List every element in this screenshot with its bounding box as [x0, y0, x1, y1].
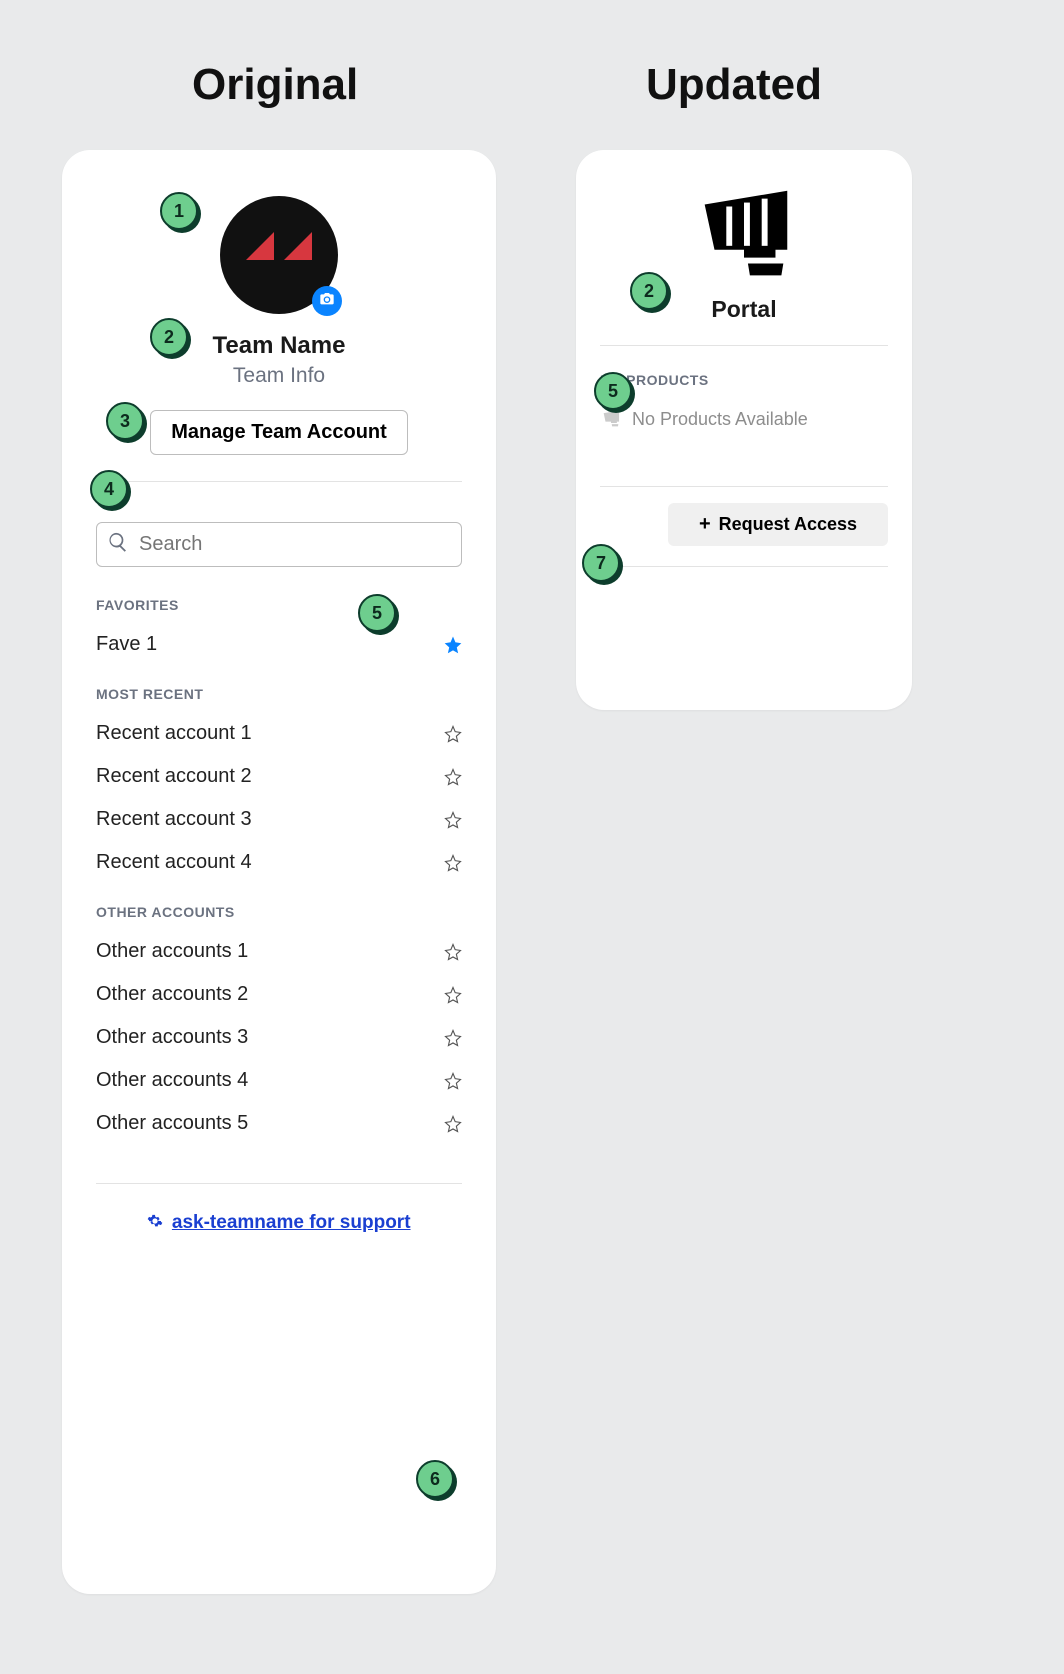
other-row[interactable]: Other accounts 3 [96, 1026, 462, 1049]
other-row[interactable]: Other accounts 4 [96, 1069, 462, 1092]
original-panel: Team Name Team Info Manage Team Account … [62, 150, 496, 1594]
star-icon-outline[interactable] [444, 1029, 462, 1047]
recent-row[interactable]: Recent account 1 [96, 722, 462, 745]
divider [96, 1183, 462, 1184]
recent-row[interactable]: Recent account 2 [96, 765, 462, 788]
star-icon-outline[interactable] [444, 854, 462, 872]
callout-bullet-1: 1 [160, 192, 198, 230]
list-item-label: Fave 1 [96, 633, 157, 656]
callout-bullet-3: 3 [106, 402, 144, 440]
callout-bullet-5: 5 [594, 372, 632, 410]
star-icon-outline[interactable] [444, 943, 462, 961]
divider [600, 486, 888, 487]
team-avatar[interactable] [220, 196, 338, 314]
change-avatar-button[interactable] [312, 286, 342, 316]
callout-bullet-2: 2 [630, 272, 668, 310]
star-icon-filled[interactable] [444, 636, 462, 654]
search-input[interactable] [137, 532, 451, 557]
list-item-label: Recent account 3 [96, 808, 252, 831]
other-row[interactable]: Other accounts 2 [96, 983, 462, 1006]
support-row: ask-teamname for support [96, 1212, 462, 1234]
fist-logo-icon-small [600, 408, 622, 430]
recent-row[interactable]: Recent account 4 [96, 851, 462, 874]
search-box[interactable] [96, 522, 462, 567]
updated-panel: Portal MY PRODUCTS No Products Available… [576, 150, 912, 710]
fist-logo-icon [685, 186, 803, 286]
divider [600, 566, 888, 567]
camera-icon [319, 291, 335, 312]
callout-bullet-4: 4 [90, 470, 128, 508]
heading-original: Original [192, 60, 358, 110]
support-link[interactable]: ask-teamname for support [172, 1212, 411, 1233]
manage-team-account-button[interactable]: Manage Team Account [150, 410, 408, 455]
no-products-row: No Products Available [600, 408, 888, 430]
other-row[interactable]: Other accounts 1 [96, 940, 462, 963]
heading-updated: Updated [646, 60, 822, 110]
other-accounts-section-label: OTHER ACCOUNTS [96, 904, 462, 920]
star-icon-outline[interactable] [444, 768, 462, 786]
list-item-label: Recent account 1 [96, 722, 252, 745]
star-icon-outline[interactable] [444, 1115, 462, 1133]
no-products-text: No Products Available [632, 409, 808, 430]
gear-icon [147, 1216, 167, 1233]
list-item-label: Other accounts 3 [96, 1026, 248, 1049]
list-item-label: Other accounts 2 [96, 983, 248, 1006]
callout-bullet-7: 7 [582, 544, 620, 582]
list-item-label: Recent account 2 [96, 765, 252, 788]
divider [96, 481, 462, 482]
callout-bullet-2: 2 [150, 318, 188, 356]
list-item-label: Other accounts 4 [96, 1069, 248, 1092]
list-item-label: Recent account 4 [96, 851, 252, 874]
request-access-label: Request Access [719, 514, 857, 535]
star-icon-outline[interactable] [444, 1072, 462, 1090]
favorites-section-label: FAVORITES [96, 597, 462, 613]
page-root: Original Updated Team Name Team Info Man… [0, 0, 1064, 1674]
star-icon-outline[interactable] [444, 725, 462, 743]
team-info: Team Info [96, 364, 462, 388]
favorite-row[interactable]: Fave 1 [96, 633, 462, 656]
plus-icon: + [699, 513, 711, 536]
my-products-label: MY PRODUCTS [600, 372, 888, 388]
list-item-label: Other accounts 5 [96, 1112, 248, 1135]
request-access-button[interactable]: + Request Access [668, 503, 888, 546]
divider [600, 345, 888, 346]
most-recent-section-label: MOST RECENT [96, 686, 462, 702]
star-icon-outline[interactable] [444, 811, 462, 829]
other-row[interactable]: Other accounts 5 [96, 1112, 462, 1135]
list-item-label: Other accounts 1 [96, 940, 248, 963]
callout-bullet-5: 5 [358, 594, 396, 632]
recent-row[interactable]: Recent account 3 [96, 808, 462, 831]
star-icon-outline[interactable] [444, 986, 462, 1004]
callout-bullet-6: 6 [416, 1460, 454, 1498]
search-icon [107, 531, 137, 558]
